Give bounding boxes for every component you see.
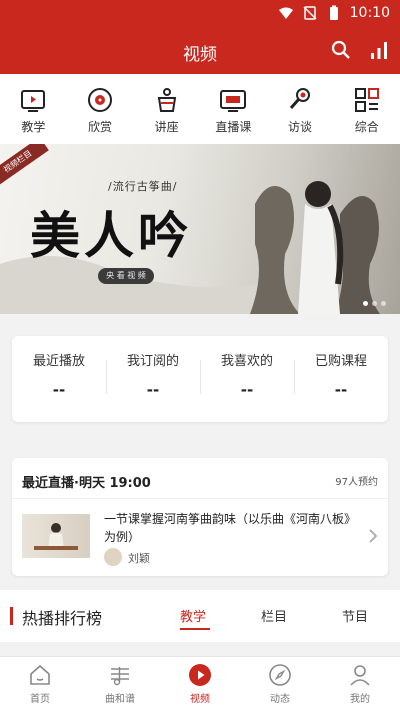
banner-carousel[interactable]: 视频栏目 /流行古筝曲/ 美人吟 央 看 视 频 bbox=[0, 144, 400, 314]
category-label: 讲座 bbox=[154, 120, 179, 134]
music-score-icon bbox=[111, 667, 129, 686]
tab-scores[interactable]: 曲和谱 bbox=[80, 657, 160, 711]
banner-subtitle: /流行古筝曲/ bbox=[108, 180, 178, 193]
category-teaching[interactable]: 教学 bbox=[0, 74, 67, 144]
tab-label: 首页 bbox=[30, 694, 50, 705]
tab-video[interactable]: 视频 bbox=[160, 657, 240, 711]
microphone-icon bbox=[289, 88, 311, 109]
search-icon[interactable] bbox=[330, 39, 352, 61]
tab-label: 曲和谱 bbox=[105, 694, 135, 705]
stat-value: -- bbox=[52, 381, 66, 399]
upcoming-live-card[interactable]: 最近直播·明天 19:00 97人预约 一节课掌握河南筝曲韵味（以乐曲《河南八板… bbox=[12, 458, 388, 576]
stat-purchased[interactable]: 已购课程 -- bbox=[294, 336, 388, 422]
stat-subscribed[interactable]: 我订阅的 -- bbox=[106, 336, 200, 422]
reservation-count: 97人预约 bbox=[335, 477, 378, 488]
category-label: 教学 bbox=[21, 120, 46, 134]
bottom-tab-bar: 首页 曲和谱 视频 动态 我的 bbox=[0, 656, 400, 711]
grid-icon bbox=[354, 88, 379, 112]
category-appreciation[interactable]: 欣赏 bbox=[67, 74, 134, 144]
category-lecture[interactable]: 讲座 bbox=[133, 74, 200, 144]
course-thumbnail[interactable] bbox=[22, 514, 90, 558]
stat-label: 已购课程 bbox=[314, 354, 367, 369]
app-bar: 视频 bbox=[0, 28, 400, 74]
stat-label: 我订阅的 bbox=[126, 354, 179, 369]
divider bbox=[12, 498, 388, 499]
chevron-right-icon[interactable] bbox=[368, 528, 378, 544]
podium-icon bbox=[157, 88, 176, 112]
stat-value: -- bbox=[334, 381, 348, 399]
carousel-dot bbox=[372, 301, 377, 306]
thumbnail-image bbox=[34, 523, 78, 550]
tab-columns[interactable]: 栏目 bbox=[261, 606, 287, 625]
category-comprehensive[interactable]: 综合 bbox=[333, 74, 400, 144]
disc-icon bbox=[88, 88, 112, 112]
stat-recent[interactable]: 最近播放 -- bbox=[12, 336, 106, 422]
banner-title: 美人吟 bbox=[30, 206, 192, 265]
banner-pill: 央 看 视 频 bbox=[98, 268, 154, 284]
tab-label: 视频 bbox=[190, 694, 210, 705]
category-label: 直播课 bbox=[215, 120, 252, 134]
carousel-dot bbox=[381, 301, 386, 306]
profile-icon bbox=[350, 665, 370, 686]
section-accent-bar bbox=[10, 607, 13, 625]
compass-icon bbox=[269, 664, 291, 686]
tab-label: 动态 bbox=[270, 694, 290, 705]
stat-liked[interactable]: 我喜欢的 -- bbox=[200, 336, 294, 422]
avatar bbox=[104, 548, 122, 566]
status-bar: 10:10 bbox=[0, 0, 400, 28]
carousel-dot bbox=[363, 301, 368, 306]
active-tab-underline bbox=[180, 628, 210, 630]
stats-card: 最近播放 -- 我订阅的 -- 我喜欢的 -- 已购课程 -- bbox=[12, 336, 388, 422]
course-title: 一节课掌握河南筝曲韵味（以乐曲《河南八板》为例） bbox=[104, 512, 357, 544]
stat-value: -- bbox=[146, 381, 160, 399]
category-interview[interactable]: 访谈 bbox=[267, 74, 334, 144]
ranking-chart-icon[interactable] bbox=[368, 39, 390, 61]
tv-play-icon bbox=[21, 90, 46, 112]
carousel-indicator bbox=[363, 301, 386, 306]
ranking-title: 热播排行榜 bbox=[22, 609, 103, 628]
tab-profile[interactable]: 我的 bbox=[320, 657, 400, 711]
tab-programs[interactable]: 节目 bbox=[342, 606, 368, 625]
tab-label: 我的 bbox=[350, 694, 370, 705]
ranking-section: 热播排行榜 教学 栏目 节目 bbox=[0, 590, 400, 642]
live-tv-icon bbox=[220, 90, 247, 112]
category-label: 综合 bbox=[354, 120, 379, 134]
category-row: 教学 欣赏 讲座 直播课 访谈 综合 bbox=[0, 74, 400, 144]
wifi-icon bbox=[278, 7, 293, 19]
home-icon bbox=[30, 664, 50, 685]
stat-label: 最近播放 bbox=[32, 354, 85, 369]
category-live-class[interactable]: 直播课 bbox=[200, 74, 267, 144]
video-play-icon bbox=[189, 664, 211, 686]
battery-icon bbox=[329, 5, 338, 20]
tab-teaching[interactable]: 教学 bbox=[180, 606, 206, 625]
category-label: 访谈 bbox=[288, 120, 313, 134]
tab-home[interactable]: 首页 bbox=[0, 657, 80, 711]
stat-label: 我喜欢的 bbox=[220, 354, 273, 369]
stat-value: -- bbox=[240, 381, 254, 399]
status-time: 10:10 bbox=[349, 5, 390, 21]
tab-feed[interactable]: 动态 bbox=[240, 657, 320, 711]
teacher-name: 刘颖 bbox=[128, 552, 150, 565]
category-label: 欣赏 bbox=[88, 120, 113, 134]
no-sim-icon bbox=[303, 6, 317, 20]
live-heading: 最近直播·明天 19:00 bbox=[22, 476, 151, 491]
